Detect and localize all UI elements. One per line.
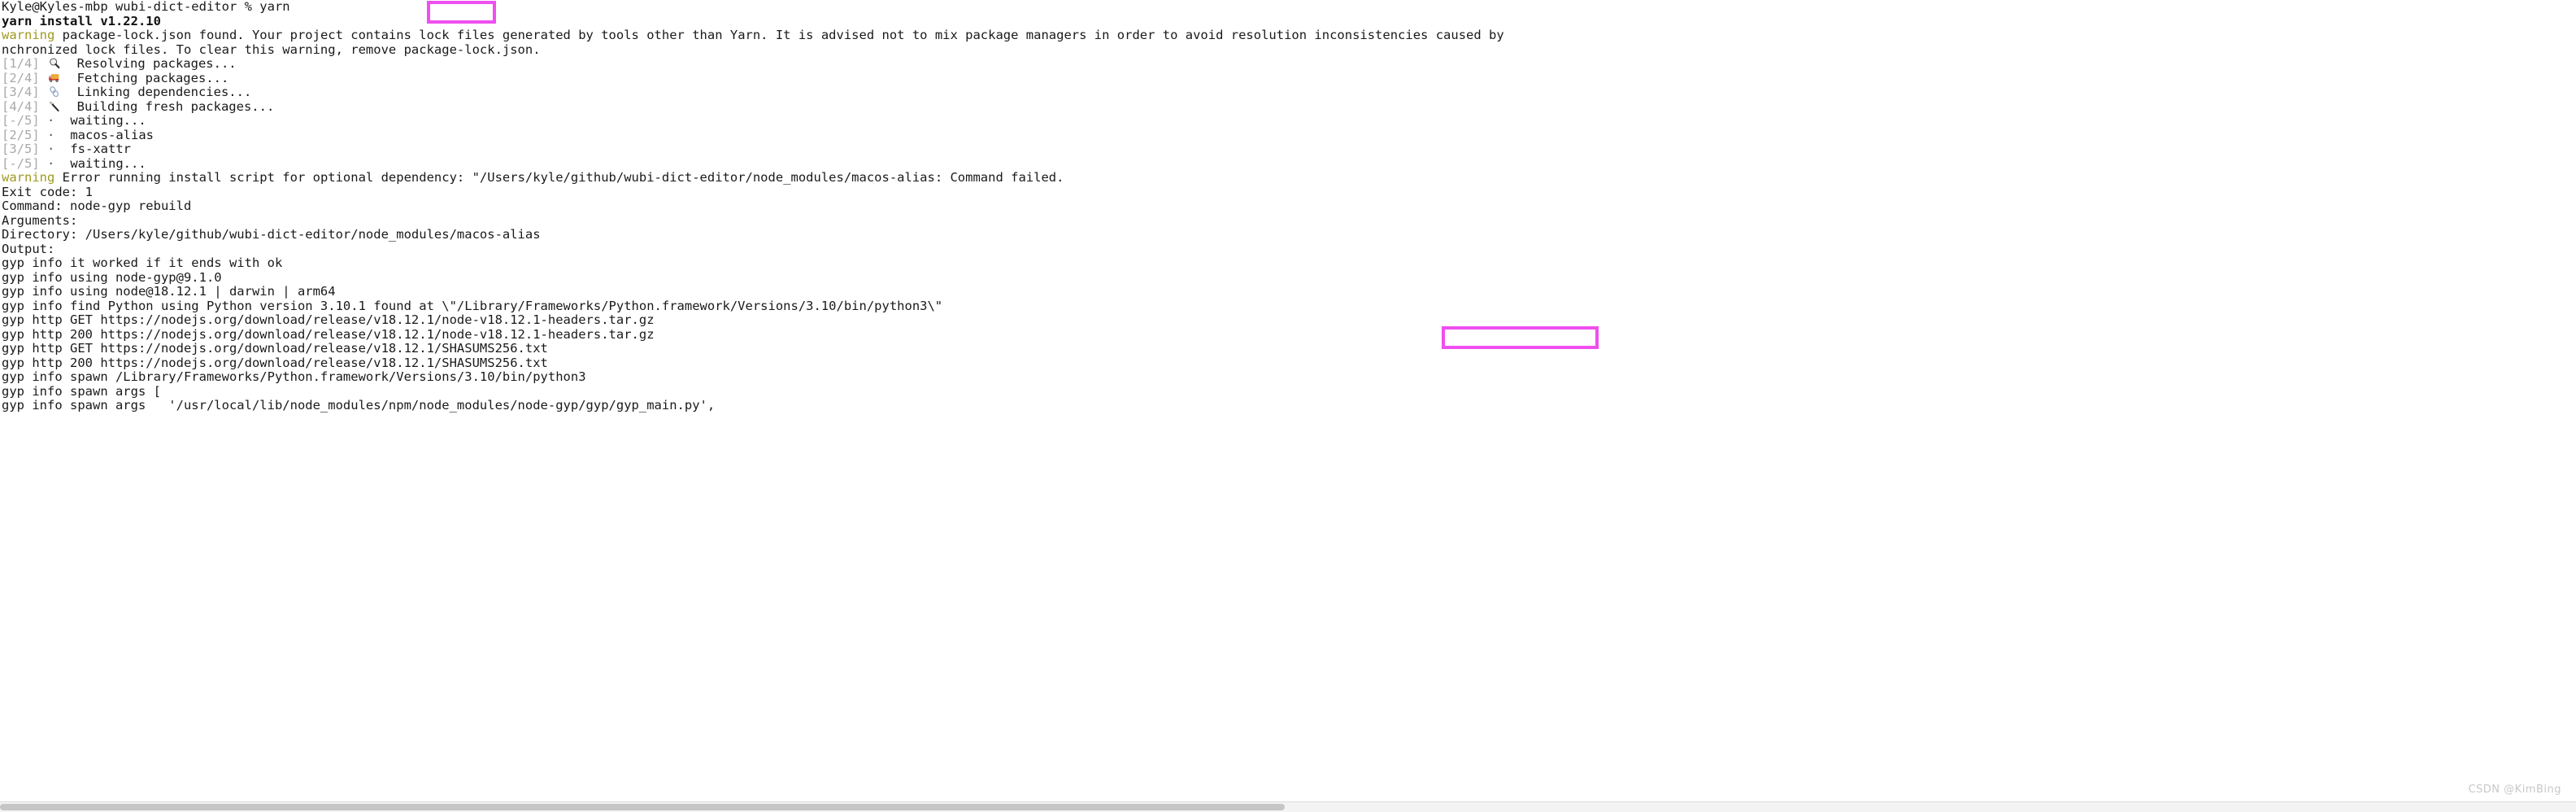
terminal-line-gyp-http-get-shasums: gyp http GET https://nodejs.org/download… (2, 341, 2576, 356)
line-segment: Output: (2, 241, 55, 256)
line-segment: Fetching packages... (62, 70, 229, 85)
line-segment: [-/5] (2, 155, 47, 171)
horizontal-scrollbar-thumb[interactable] (0, 804, 1285, 810)
line-segment: gyp info using node@18.12.1 | darwin | a… (2, 284, 336, 299)
line-segment: Linking dependencies... (62, 85, 252, 99)
terminal-line-warning-install-script: warning Error running install script for… (2, 170, 2576, 186)
magnifying-glass-icon (47, 57, 62, 70)
build-step-dot-icon: · (47, 113, 55, 128)
line-segment: gyp info spawn args '/usr/local/lib/node… (2, 398, 716, 413)
line-segment: [2/5] (2, 127, 47, 142)
line-segment: gyp http 200 https://nodejs.org/download… (2, 355, 548, 370)
line-segment: warning (2, 28, 55, 42)
terminal-output-area[interactable]: Kyle@Kyles-mbp wubi-dict-editor % yarn ya… (0, 0, 2576, 794)
line-segment: [3/5] (2, 142, 47, 156)
build-step-dot-icon: · (47, 155, 55, 171)
terminal-line-output-label: Output: (2, 242, 2576, 257)
line-segment: gyp info find Python using Python versio… (2, 298, 943, 313)
line-segment: yarn (259, 0, 290, 14)
line-segment: gyp info using node-gyp@9.1.0 (2, 269, 222, 285)
terminal-window[interactable]: Kyle@Kyles-mbp wubi-dict-editor % yarn ya… (0, 0, 2576, 812)
build-step-dot-icon: · (47, 142, 55, 156)
line-segment: Kyle@Kyles-mbp wubi-dict-editor % (2, 0, 260, 14)
line-segment: warning (2, 170, 55, 185)
terminal-line-build-macos-alias: [2/5] · macos-alias (2, 127, 2576, 143)
terminal-line-version-line: yarn install v1.22.10 (2, 13, 2576, 29)
csdn-watermark: CSDN @KimBing (2468, 784, 2561, 796)
line-segment: Command: node-gyp rebuild (2, 199, 192, 213)
terminal-line-step-4-building: [4/4] Building fresh packages... (2, 98, 2576, 115)
terminal-line-gyp-http-200-headers: gyp http 200 https://nodejs.org/download… (2, 326, 2576, 343)
line-segment: [1/4] (2, 56, 47, 71)
terminal-line-build-fs-xattr: [3/5] · fs-xattr (2, 142, 2576, 157)
terminal-line-build-waiting-2: [-/5] · waiting... (2, 155, 2576, 172)
terminal-line-command: Command: node-gyp rebuild (2, 199, 2576, 214)
terminal-line-gyp-http-get-headers: gyp http GET https://nodejs.org/download… (2, 312, 2576, 328)
horizontal-scrollbar[interactable] (0, 801, 2576, 812)
terminal-line-gyp-using-node: gyp info using node@18.12.1 | darwin | a… (2, 284, 2576, 299)
line-segment: gyp info spawn args [ (2, 383, 161, 399)
line-segment: nchronized lock files. To clear this war… (2, 41, 541, 57)
line-segment: fs-xattr (63, 142, 131, 156)
build-step-dot-icon: · (47, 127, 55, 142)
line-segment: gyp info spawn /Library/Frameworks/Pytho… (2, 369, 586, 384)
line-segment: [2/4] (2, 70, 47, 85)
terminal-line-gyp-using-nodegyp: gyp info using node-gyp@9.1.0 (2, 269, 2576, 286)
terminal-line-build-waiting-1: [-/5] · waiting... (2, 113, 2576, 129)
line-segment: [4/4] (2, 98, 47, 114)
terminal-line-warning-packagelock-2: nchronized lock files. To clear this war… (2, 41, 2576, 58)
terminal-line-gyp-find-python: gyp info find Python using Python versio… (2, 299, 2576, 314)
line-segment: [-/5] (2, 113, 47, 128)
line-segment: Directory: /Users/kyle/github/wubi-dict-… (2, 227, 541, 242)
terminal-line-arguments: Arguments: (2, 212, 2576, 229)
line-segment: yarn install v1.22.10 (2, 13, 161, 28)
line-segment: waiting... (63, 155, 146, 171)
truck-icon (47, 72, 62, 85)
line-segment: gyp http GET https://nodejs.org/download… (2, 312, 655, 327)
terminal-line-prompt-line: Kyle@Kyles-mbp wubi-dict-editor % yarn (2, 0, 2576, 15)
line-segment: Resolving packages... (62, 56, 237, 71)
terminal-line-step-1-resolving: [1/4] Resolving packages... (2, 56, 2576, 72)
line-segment: package-lock.json found. Your project co… (54, 28, 1504, 42)
line-segment: Arguments: (2, 212, 85, 228)
line-segment: gyp http GET https://nodejs.org/download… (2, 341, 548, 356)
line-segment: Exit code: 1 (2, 184, 93, 199)
terminal-line-gyp-it-worked: gyp info it worked if it ends with ok (2, 255, 2576, 271)
terminal-line-list: Kyle@Kyles-mbp wubi-dict-editor % yarn ya… (2, 0, 2576, 413)
line-segment: Error running install script for optiona… (54, 170, 1064, 185)
line-segment: [3/4] (2, 85, 47, 99)
line-segment: waiting... (63, 113, 146, 128)
terminal-line-gyp-http-200-shasums: gyp http 200 https://nodejs.org/download… (2, 356, 2576, 371)
terminal-line-gyp-spawn-args-gypmain: gyp info spawn args '/usr/local/lib/node… (2, 398, 2576, 413)
terminal-line-exit-code: Exit code: 1 (2, 184, 2576, 200)
line-segment: gyp info it worked if it ends with ok (2, 255, 283, 270)
terminal-line-gyp-spawn-python: gyp info spawn /Library/Frameworks/Pytho… (2, 369, 2576, 385)
line-segment: gyp http 200 https://nodejs.org/download… (2, 326, 655, 342)
terminal-line-step-3-linking: [3/4] Linking dependencies... (2, 85, 2576, 100)
terminal-line-directory: Directory: /Users/kyle/github/wubi-dict-… (2, 227, 2576, 242)
line-segment: Building fresh packages... (62, 98, 275, 114)
terminal-line-step-2-fetching: [2/4] Fetching packages... (2, 70, 2576, 86)
line-segment: macos-alias (63, 127, 154, 142)
link-icon (47, 85, 62, 98)
terminal-line-warning-packagelock-1: warning package-lock.json found. Your pr… (2, 28, 2576, 43)
terminal-line-gyp-spawn-args-open: gyp info spawn args [ (2, 383, 2576, 399)
hammer-icon (47, 100, 62, 113)
